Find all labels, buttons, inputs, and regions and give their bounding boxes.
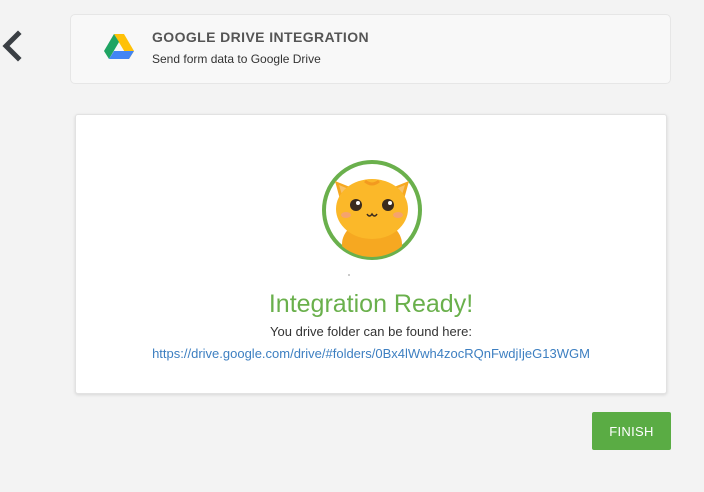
cat-mascot-icon — [321, 159, 423, 261]
header-subtitle: Send form data to Google Drive — [152, 52, 321, 66]
finish-button[interactable]: FINISH — [592, 412, 671, 450]
drive-folder-link[interactable]: https://drive.google.com/drive/#folders/… — [76, 346, 666, 361]
header-title: GOOGLE DRIVE INTEGRATION — [152, 29, 370, 45]
google-drive-icon — [104, 33, 134, 60]
back-chevron-icon[interactable] — [0, 30, 24, 62]
integration-result-card: Integration Ready! You drive folder can … — [75, 114, 667, 394]
integration-ready-title: Integration Ready! — [268, 290, 474, 318]
divider-dot — [348, 274, 350, 276]
folder-message: You drive folder can be found here: — [270, 324, 472, 339]
integration-header: GOOGLE DRIVE INTEGRATION Send form data … — [70, 14, 671, 84]
